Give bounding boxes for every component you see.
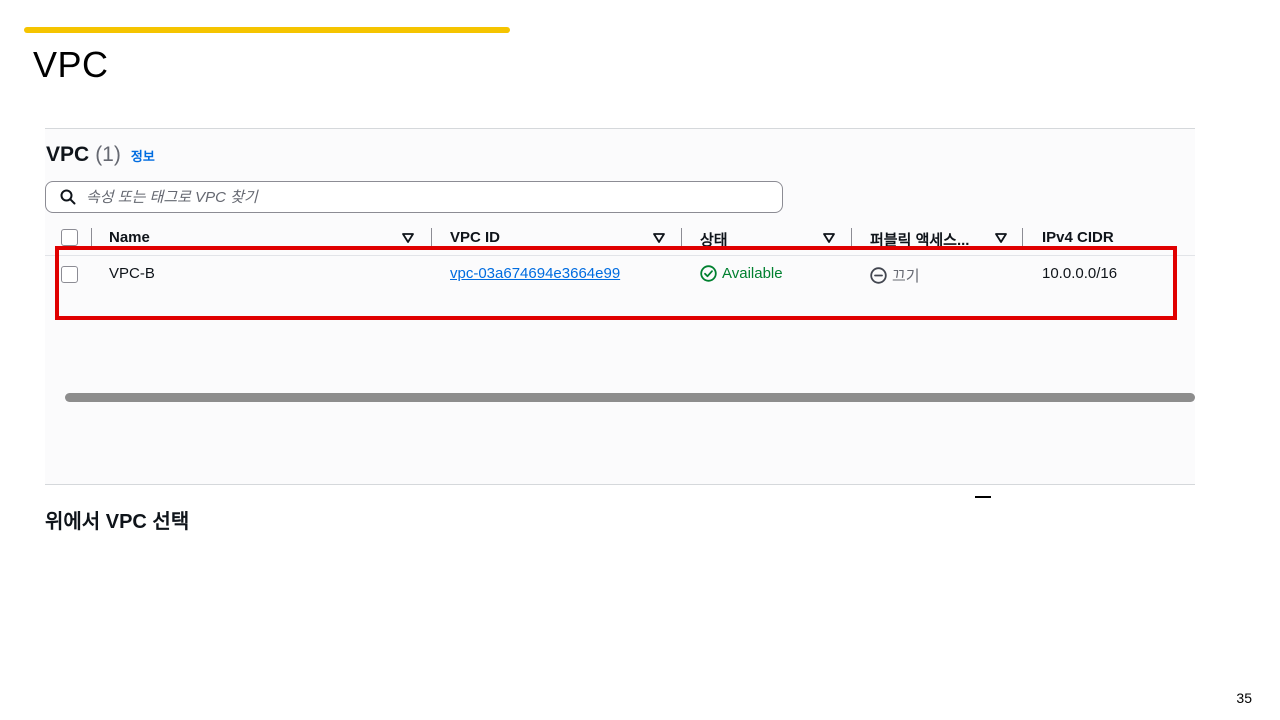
sort-triangle-icon[interactable] <box>402 233 414 243</box>
column-header-ipv4-cidr[interactable]: IPv4 CIDR <box>1042 229 1114 246</box>
panel-title: VPC <box>46 143 90 166</box>
column-divider <box>91 228 92 246</box>
horizontal-scrollbar[interactable] <box>65 393 1195 402</box>
column-divider <box>851 228 852 246</box>
column-divider <box>1022 228 1023 246</box>
accent-bar <box>24 27 510 33</box>
search-input[interactable] <box>86 188 686 206</box>
search-box[interactable] <box>45 181 783 213</box>
column-header-name[interactable]: Name <box>109 229 150 246</box>
page-number: 35 <box>1236 690 1252 706</box>
slide-title: VPC <box>33 44 109 85</box>
sort-triangle-icon[interactable] <box>995 233 1007 243</box>
resize-handle[interactable] <box>975 496 991 498</box>
panel-header: VPC (1) 정보 <box>46 143 155 167</box>
sort-triangle-icon[interactable] <box>823 233 835 243</box>
column-header-vpc-id[interactable]: VPC ID <box>450 229 500 246</box>
select-all-checkbox[interactable] <box>61 229 78 246</box>
vpc-count: (1) <box>95 143 121 166</box>
column-divider <box>681 228 682 246</box>
column-divider <box>431 228 432 246</box>
search-icon <box>60 189 76 205</box>
detail-title: 위에서 VPC 선택 <box>45 511 190 533</box>
sort-triangle-icon[interactable] <box>653 233 665 243</box>
highlight-box <box>55 246 1177 320</box>
info-link[interactable]: 정보 <box>131 146 155 165</box>
